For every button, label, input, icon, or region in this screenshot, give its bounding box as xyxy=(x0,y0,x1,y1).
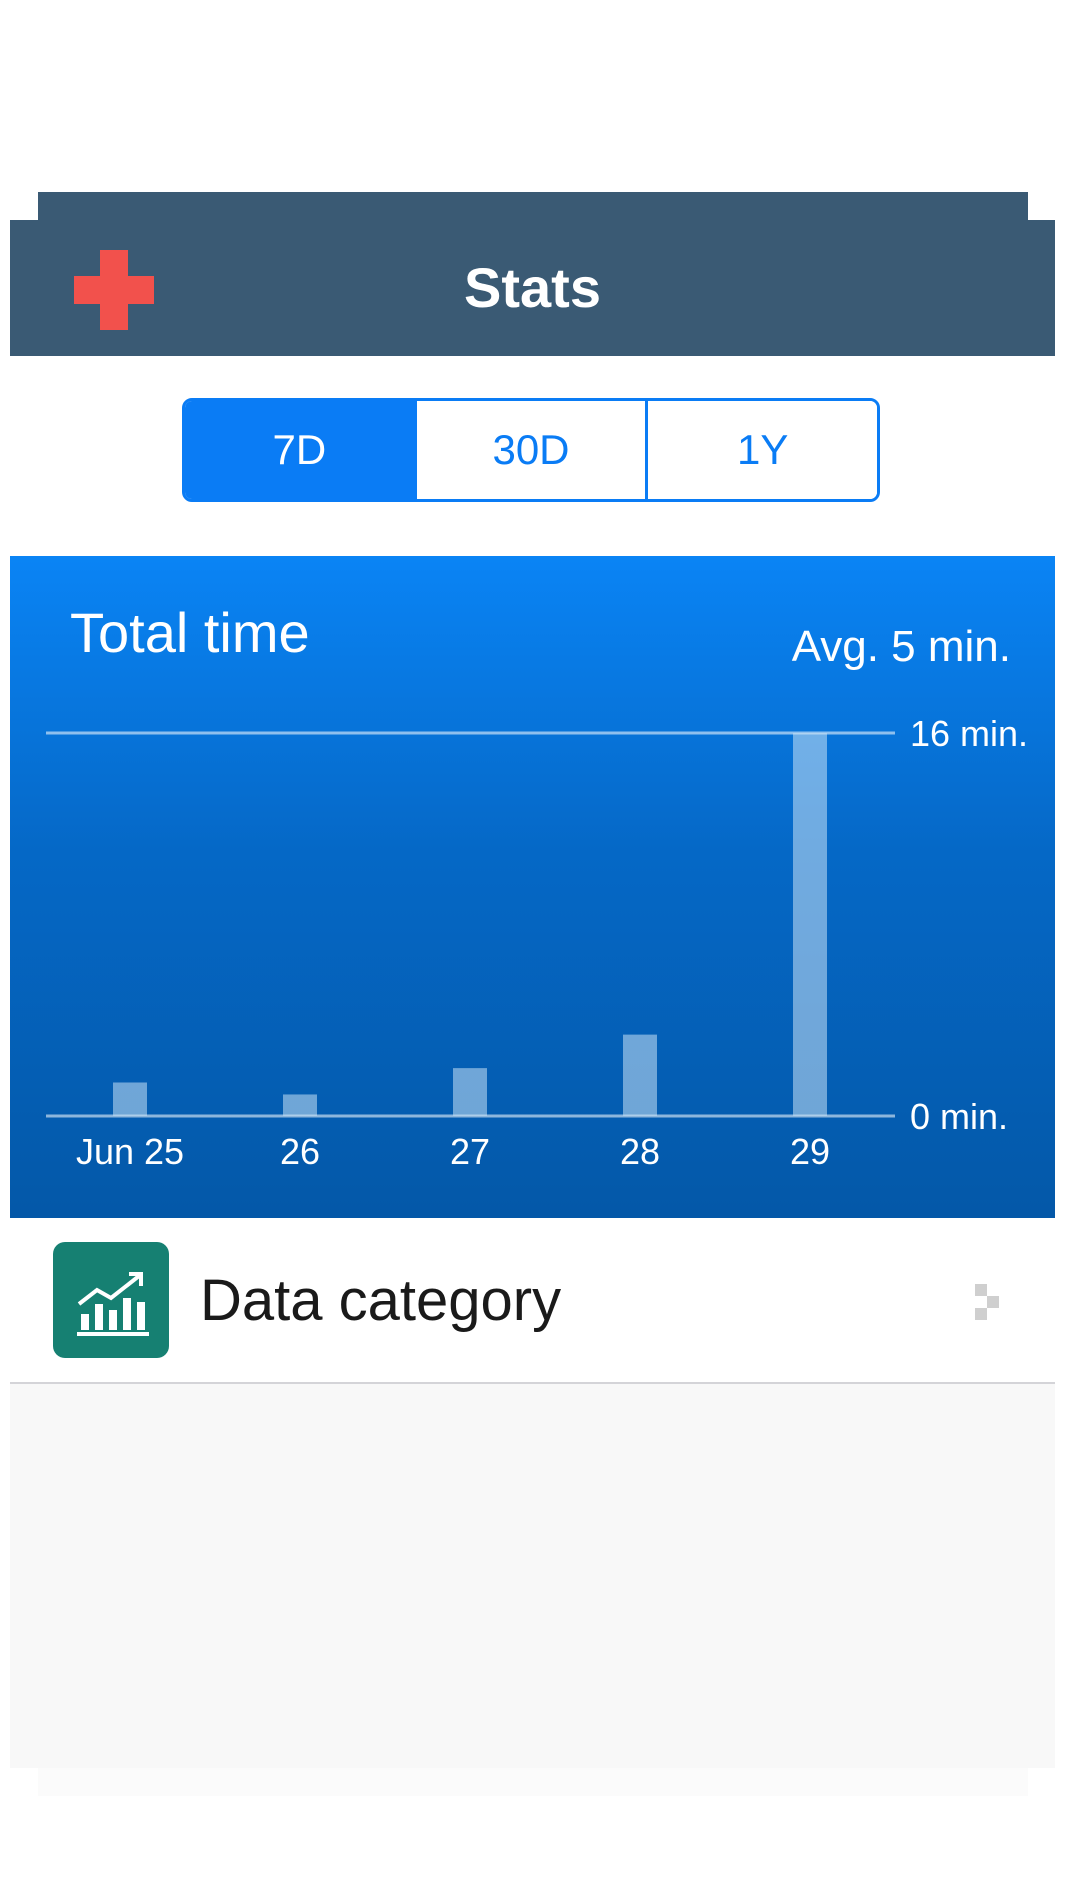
navigation-bar: Stats xyxy=(10,220,1055,356)
x-tick-label: 26 xyxy=(280,1131,320,1172)
chart-bar xyxy=(793,733,827,1116)
bar-chart: Jun 25 26 27 28 29 16 min. 0 min. xyxy=(46,713,1028,1172)
x-tick-label: Jun 25 xyxy=(76,1131,184,1172)
range-selector-area: 7D 30D 1Y xyxy=(10,356,1055,556)
x-tick-label: 27 xyxy=(450,1131,490,1172)
y-tick-label-zero: 0 min. xyxy=(910,1096,1008,1137)
page-title: Stats xyxy=(464,256,601,319)
y-tick-label-max: 16 min. xyxy=(910,713,1028,754)
segment-30d[interactable]: 30D xyxy=(413,401,646,499)
segment-7d[interactable]: 7D xyxy=(185,401,414,499)
chart-icon xyxy=(53,1242,169,1358)
list-item-label: Data category xyxy=(200,1268,562,1333)
bottom-edge xyxy=(38,1768,1028,1796)
x-tick-label: 29 xyxy=(790,1131,830,1172)
x-tick-label: 28 xyxy=(620,1131,660,1172)
total-time-chart-panel: Total time Avg. 5 min. Jun 25 26 27 28 29 16 … xyxy=(10,556,1055,1218)
chart-bar xyxy=(453,1068,487,1116)
chevron-right-icon xyxy=(971,1280,1007,1324)
chart-bar xyxy=(113,1082,147,1116)
segment-1y[interactable]: 1Y xyxy=(645,401,877,499)
chart-bar xyxy=(623,1034,657,1116)
empty-content-area xyxy=(10,1384,1055,1768)
list-item-data-category[interactable]: Data category xyxy=(10,1218,1055,1384)
range-segmented-control: 7D 30D 1Y xyxy=(182,398,880,502)
chart-bar xyxy=(283,1094,317,1116)
